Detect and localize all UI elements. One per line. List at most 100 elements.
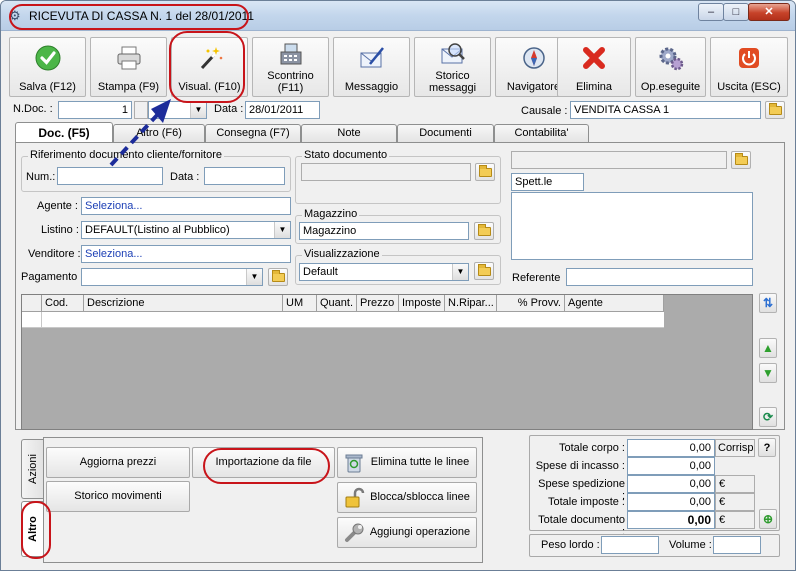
causale-folder-button[interactable] — [765, 101, 785, 119]
imposte-currency: € — [715, 493, 755, 511]
totale-imposte-value: 0,00 — [627, 493, 715, 511]
folder-icon — [478, 224, 491, 236]
close-button[interactable]: ✕ — [748, 3, 790, 21]
indirizzo-textarea[interactable] — [511, 192, 753, 260]
venditore-label: Venditore : — [28, 248, 81, 260]
pagamento-select[interactable]: ▼ — [81, 268, 263, 286]
app-icon: ⚙ — [9, 8, 21, 23]
col-nripar[interactable]: N.Ripar... — [445, 295, 497, 312]
importazione-button[interactable]: Importazione da file — [192, 447, 335, 478]
magnifier-plus-icon: ⊕ — [762, 512, 774, 526]
tab-altro-side-label: Altro — [26, 516, 39, 542]
title-bar[interactable]: ⚙ RICEVUTA DI CASSA N. 1 del 28/01/2011 … — [1, 1, 795, 31]
peso-lordo-input[interactable] — [601, 536, 659, 554]
righe-grid[interactable]: Cod. Descrizione UM Quant. Prezzo Impost… — [21, 294, 753, 430]
stato-folder-button[interactable] — [475, 163, 495, 181]
storico-messaggi-button[interactable]: Storico messaggi — [414, 37, 491, 97]
salva-button[interactable]: Salva (F12) — [9, 37, 86, 97]
main-toolbar: Salva (F12) Stampa (F9) Visual. (F10) Sc… — [9, 37, 789, 97]
move-down-button[interactable]: ▼ — [759, 363, 777, 383]
visualizzazione-value: Default — [303, 266, 338, 278]
gears-icon — [659, 47, 683, 71]
magazzino-group-label: Magazzino — [302, 208, 360, 220]
messaggio-button[interactable]: Messaggio — [333, 37, 410, 97]
magazzino-input[interactable]: Magazzino — [299, 222, 469, 240]
cliente-folder-button[interactable] — [731, 151, 751, 169]
spese-spedizione-input[interactable]: 0,00 — [627, 475, 715, 493]
maximize-button[interactable]: □ — [723, 3, 749, 21]
totale-documento-value: 0,00 — [627, 511, 715, 529]
elimina-button[interactable]: Elimina — [557, 37, 631, 97]
agente-input[interactable]: Seleziona... — [81, 197, 291, 215]
uscita-label: Uscita (ESC) — [717, 81, 781, 93]
refresh-button[interactable]: ⟳ — [759, 407, 777, 427]
aggiorna-prezzi-button[interactable]: Aggiorna prezzi — [46, 447, 190, 478]
causale-input[interactable]: VENDITA CASSA 1 — [570, 101, 761, 119]
col-quant[interactable]: Quant. — [317, 295, 357, 312]
listino-select[interactable]: DEFAULT(Listino al Pubblico) ▼ — [81, 221, 291, 239]
magazzino-folder-button[interactable] — [474, 222, 494, 240]
table-row[interactable] — [22, 312, 664, 328]
move-up-button[interactable]: ▲ — [759, 338, 777, 358]
storico-movimenti-button[interactable]: Storico movimenti — [46, 481, 190, 512]
uscita-button[interactable]: Uscita (ESC) — [710, 37, 788, 97]
minimize-button[interactable]: – — [698, 3, 724, 21]
documento-currency: € — [715, 511, 755, 529]
stampa-button[interactable]: Stampa (F9) — [90, 37, 167, 97]
tab-note[interactable]: Note — [301, 124, 397, 143]
ndoc-label: N.Doc. : — [13, 103, 53, 115]
tab-doc[interactable]: Doc. (F5) — [15, 122, 113, 144]
chevron-down-icon: ▼ — [452, 264, 468, 280]
envelope-pen-icon — [360, 47, 384, 68]
col-descrizione[interactable]: Descrizione — [84, 295, 283, 312]
up-down-arrows-icon: ⇅ — [762, 296, 774, 310]
volume-input[interactable] — [713, 536, 761, 554]
cliente-input[interactable] — [511, 151, 727, 169]
tab-altro-side[interactable]: Altro — [21, 501, 43, 557]
grid-header: Cod. Descrizione UM Quant. Prezzo Impost… — [22, 295, 664, 312]
messaggio-label: Messaggio — [344, 81, 399, 93]
spese-incasso-input[interactable]: 0,00 — [627, 457, 715, 475]
window-title: RICEVUTA DI CASSA N. 1 del 28/01/2011 — [29, 9, 254, 23]
tab-contabilita[interactable]: Contabilita' — [494, 124, 589, 143]
scontrino-button[interactable]: Scontrino (F11) — [252, 37, 329, 97]
trash-recycle-icon — [345, 454, 363, 473]
stato-input[interactable] — [301, 163, 471, 181]
visualizzazione-folder-button[interactable] — [474, 262, 494, 280]
pagamento-folder-button[interactable] — [268, 268, 288, 286]
corrisp-field[interactable]: Corrisp. — [715, 439, 755, 457]
visualizzazione-select[interactable]: Default ▼ — [299, 263, 469, 281]
red-x-icon — [583, 47, 605, 69]
op-eseguite-button[interactable]: Op.eseguite — [635, 37, 706, 97]
aggiungi-operazione-button[interactable]: Aggiungi operazione — [337, 517, 477, 548]
listino-value: DEFAULT(Listino al Pubblico) — [85, 224, 230, 236]
spett-input[interactable]: Spett.le — [511, 173, 584, 191]
data-input[interactable]: 28/01/2011 — [245, 101, 320, 119]
col-um[interactable]: UM — [283, 295, 317, 312]
col-agente[interactable]: Agente — [565, 295, 664, 312]
tab-documenti[interactable]: Documenti — [397, 124, 494, 143]
referente-input[interactable] — [566, 268, 753, 286]
salva-label: Salva (F12) — [19, 81, 76, 93]
col-provv[interactable]: % Provv. — [497, 295, 565, 312]
folder-icon — [272, 270, 285, 282]
zoom-totals-button[interactable]: ⊕ — [759, 509, 777, 529]
visual-button[interactable]: Visual. (F10) — [171, 37, 248, 97]
col-cod[interactable]: Cod. — [42, 295, 84, 312]
sort-up-down-button[interactable]: ⇅ — [759, 293, 777, 313]
tab-consegna[interactable]: Consegna (F7) — [205, 124, 301, 143]
arrow-down-icon: ▼ — [762, 366, 774, 380]
rif-data-input[interactable] — [204, 167, 285, 185]
chevron-down-icon: ▼ — [246, 269, 262, 285]
col-prezzo[interactable]: Prezzo — [357, 295, 399, 312]
totale-imposte-label: Totale imposte : — [547, 496, 625, 508]
listino-label: Listino : — [41, 224, 79, 236]
col-imposte[interactable]: Imposte — [399, 295, 445, 312]
venditore-input[interactable]: Seleziona... — [81, 245, 291, 263]
help-button[interactable]: ? — [758, 438, 776, 457]
chevron-down-icon: ▼ — [274, 222, 290, 238]
elimina-linee-button[interactable]: Elimina tutte le linee — [337, 447, 477, 478]
volume-label: Volume : — [669, 539, 712, 551]
tab-azioni[interactable]: Azioni — [21, 439, 43, 499]
blocca-linee-button[interactable]: Blocca/sblocca linee — [337, 482, 477, 513]
